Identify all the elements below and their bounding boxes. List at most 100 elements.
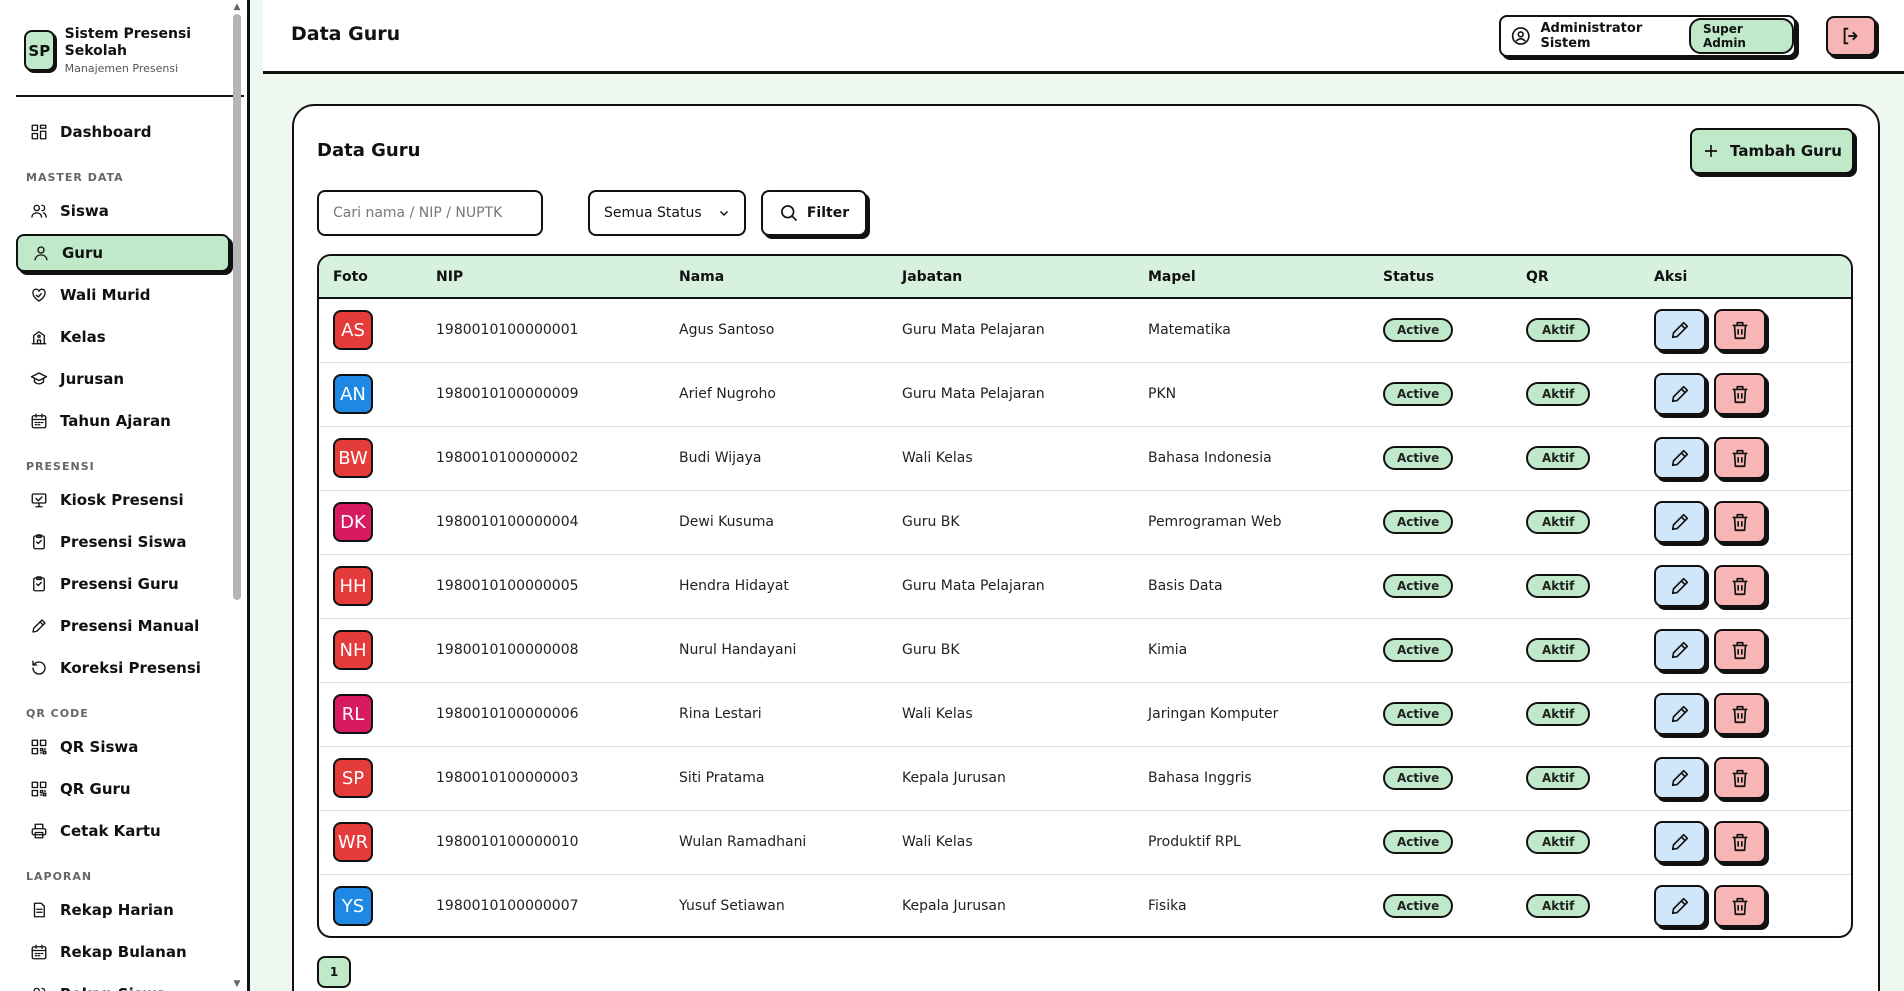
nip-cell: 1980010100000005: [436, 578, 579, 594]
sidebar-item-rekap-bulanan[interactable]: Rekap Bulanan: [16, 933, 230, 971]
teacher-table: Foto NIP Nama Jabatan Mapel Status QR Aksi AS 19…: [317, 254, 1853, 938]
edit-button[interactable]: [1654, 309, 1706, 352]
sidebar-item-label: QR Siswa: [60, 738, 139, 756]
column-header-foto: Foto: [333, 268, 368, 285]
scroll-up-icon[interactable]: ▲: [232, 2, 242, 12]
nip-cell: 1980010100000004: [436, 514, 579, 530]
status-select[interactable]: Semua Status: [588, 190, 746, 236]
nip-cell: 1980010100000006: [436, 706, 579, 722]
card-title: Data Guru: [317, 140, 421, 161]
edit-button[interactable]: [1654, 373, 1706, 415]
delete-button[interactable]: [1714, 821, 1766, 863]
edit-button[interactable]: [1654, 693, 1706, 735]
nip-cell: 1980010100000002: [436, 450, 579, 466]
edit-button[interactable]: [1654, 757, 1706, 799]
sidebar-item-label: Rekap Siswa: [60, 985, 167, 991]
sidebar-item-siswa[interactable]: Siswa: [16, 192, 230, 230]
sidebar-item-qr-siswa[interactable]: QR Siswa: [16, 728, 230, 766]
jabatan-cell: Kepala Jurusan: [902, 898, 1006, 915]
trash-icon: [1732, 449, 1748, 468]
filter-button[interactable]: Filter: [761, 190, 867, 236]
edit-button[interactable]: [1654, 501, 1706, 543]
pagination-page-1[interactable]: 1: [317, 956, 351, 988]
mapel-cell: Matematika: [1148, 322, 1231, 339]
nama-cell: Siti Pratama: [679, 770, 765, 786]
trash-icon: [1732, 898, 1748, 916]
user-menu[interactable]: Administrator Sistem Super Admin: [1499, 15, 1796, 57]
status-badge: Active: [1383, 382, 1454, 406]
sidebar-item-label: Jurusan: [60, 370, 125, 388]
sidebar-item-label: Presensi Siswa: [60, 533, 187, 551]
column-header-jabatan: Jabatan: [902, 268, 963, 285]
qr-status-badge: Aktif: [1526, 510, 1591, 534]
edit-button[interactable]: [1654, 629, 1706, 671]
trash-icon: [1732, 769, 1748, 788]
sidebar-item-kelas[interactable]: Kelas: [16, 318, 230, 356]
sidebar-item-rekap-siswa[interactable]: Rekap Siswa: [16, 975, 230, 991]
logout-button[interactable]: [1826, 16, 1876, 56]
sidebar-item-jurusan[interactable]: Jurusan: [16, 360, 230, 398]
trash-icon: [1732, 322, 1748, 340]
user-icon: [34, 246, 48, 261]
delete-button[interactable]: [1714, 373, 1766, 415]
qr-status-badge: Aktif: [1526, 574, 1591, 598]
avatar: SP: [333, 758, 373, 798]
sidebar-item-wali-murid[interactable]: Wali Murid: [16, 276, 230, 314]
qr-status-badge: Aktif: [1526, 446, 1591, 470]
brand-title: Sistem Presensi Sekolah: [64, 26, 192, 59]
user-circle-icon: [1511, 27, 1530, 45]
sidebar-item-koreksi-presensi[interactable]: Koreksi Presensi: [16, 649, 230, 687]
scrollbar-thumb[interactable]: [233, 14, 241, 600]
data-guru-card: Data Guru Tambah Guru Semua Status Filte…: [292, 104, 1880, 991]
sidebar-item-tahun-ajaran[interactable]: Tahun Ajaran: [16, 402, 230, 440]
delete-button[interactable]: [1714, 629, 1766, 671]
edit-button[interactable]: [1654, 565, 1706, 607]
sidebar-item-qr-guru[interactable]: QR Guru: [16, 770, 230, 808]
table-row: YS 1980010100000007 Yusuf Setiawan Kepala J…: [319, 874, 1851, 936]
sidebar-item-presensi-manual[interactable]: Presensi Manual: [16, 607, 230, 645]
sidebar-item-rekap-harian[interactable]: Rekap Harian: [16, 891, 230, 929]
chevron-down-icon: [719, 210, 729, 217]
mapel-cell: Produktif RPL: [1148, 834, 1241, 850]
add-teacher-button[interactable]: Tambah Guru: [1690, 128, 1854, 174]
edit-button[interactable]: [1654, 885, 1706, 928]
edit-button[interactable]: [1654, 437, 1706, 479]
pencil-icon: [1671, 322, 1689, 339]
logout-icon: [1843, 27, 1858, 45]
mapel-cell: PKN: [1148, 386, 1177, 402]
sidebar-item-cetak-kartu[interactable]: Cetak Kartu: [16, 812, 230, 850]
nama-cell: Hendra Hidayat: [679, 578, 789, 594]
sidebar-item-presensi-guru[interactable]: Presensi Guru: [16, 565, 230, 603]
sidebar-item-guru[interactable]: Guru: [16, 234, 230, 272]
delete-button[interactable]: [1714, 501, 1766, 543]
sidebar-item-label: Guru: [62, 244, 104, 262]
users-icon: [33, 987, 46, 991]
delete-button[interactable]: [1714, 437, 1766, 479]
status-badge: Active: [1383, 638, 1454, 662]
jabatan-cell: Wali Kelas: [902, 706, 973, 722]
search-icon: [780, 205, 797, 222]
search-input[interactable]: [317, 190, 543, 236]
column-header-mapel: Mapel: [1148, 268, 1196, 285]
heart-hand-icon: [32, 288, 46, 302]
scroll-down-icon[interactable]: ▼: [232, 979, 242, 989]
delete-button[interactable]: [1714, 693, 1766, 735]
sidebar: SP Sistem Presensi Sekolah Manajemen Pre…: [0, 0, 250, 991]
brand-subtitle: Manajemen Presensi: [64, 62, 179, 75]
nama-cell: Dewi Kusuma: [679, 514, 774, 530]
edit-button[interactable]: [1654, 821, 1706, 863]
pencil-icon: [1671, 705, 1689, 723]
qr-status-badge: Aktif: [1526, 830, 1591, 854]
sidebar-item-kiosk-presensi[interactable]: Kiosk Presensi: [16, 481, 230, 519]
section-label-master-data: MASTER DATA: [26, 171, 124, 184]
delete-button[interactable]: [1714, 757, 1766, 799]
sidebar-item-presensi-siswa[interactable]: Presensi Siswa: [16, 523, 230, 561]
delete-button[interactable]: [1714, 309, 1766, 352]
file-icon: [33, 902, 45, 918]
pencil-icon: [1671, 833, 1689, 851]
sidebar-item-dashboard[interactable]: Dashboard: [16, 113, 230, 151]
delete-button[interactable]: [1714, 565, 1766, 607]
delete-button[interactable]: [1714, 885, 1766, 928]
column-header-status: Status: [1383, 268, 1435, 285]
sidebar-scrollbar[interactable]: ▲ ▼: [231, 0, 243, 991]
